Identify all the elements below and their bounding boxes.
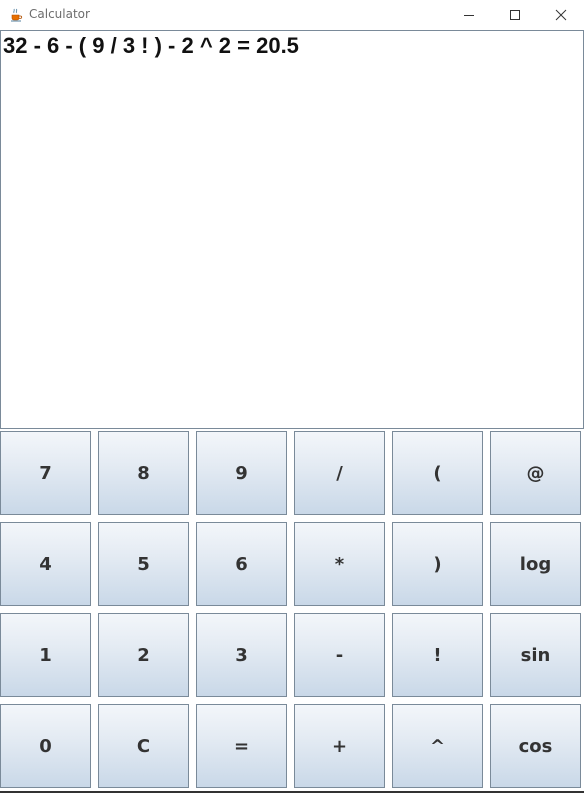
key-close-paren[interactable]: ) (392, 522, 483, 606)
expression-display[interactable]: 32 - 6 - ( 9 / 3 ! ) - 2 ^ 2 = 20.5 (0, 30, 584, 429)
title-bar[interactable]: Calculator (0, 0, 584, 30)
close-button[interactable] (538, 0, 584, 30)
key-power[interactable]: ^ (392, 704, 483, 788)
key-5[interactable]: 5 (98, 522, 189, 606)
key-equals[interactable]: = (196, 704, 287, 788)
key-2[interactable]: 2 (98, 613, 189, 697)
minimize-icon (463, 6, 475, 25)
key-multiply[interactable]: * (294, 522, 385, 606)
key-minus[interactable]: - (294, 613, 385, 697)
key-4[interactable]: 4 (0, 522, 91, 606)
expression-text: 32 - 6 - ( 9 / 3 ! ) - 2 ^ 2 = 20.5 (3, 33, 299, 58)
key-7[interactable]: 7 (0, 431, 91, 515)
key-8[interactable]: 8 (98, 431, 189, 515)
key-sin[interactable]: sin (490, 613, 581, 697)
key-0[interactable]: 0 (0, 704, 91, 788)
key-at[interactable]: @ (490, 431, 581, 515)
maximize-button[interactable] (492, 0, 538, 30)
minimize-button[interactable] (446, 0, 492, 30)
close-icon (555, 6, 567, 25)
key-log[interactable]: log (490, 522, 581, 606)
calculator-window: Calculator 32 - 6 - ( 9 / 3 ! ) - 2 ^ 2 … (0, 0, 584, 793)
key-open-paren[interactable]: ( (392, 431, 483, 515)
key-clear[interactable]: C (98, 704, 189, 788)
key-cos[interactable]: cos (490, 704, 581, 788)
keypad: 7 8 9 / ( @ 4 5 6 * ) log 1 2 3 - ! sin … (0, 431, 584, 791)
key-6[interactable]: 6 (196, 522, 287, 606)
key-divide[interactable]: / (294, 431, 385, 515)
maximize-icon (509, 6, 521, 25)
key-1[interactable]: 1 (0, 613, 91, 697)
key-plus[interactable]: + (294, 704, 385, 788)
window-title: Calculator (29, 7, 90, 21)
key-factorial[interactable]: ! (392, 613, 483, 697)
java-cup-icon (8, 6, 24, 22)
key-9[interactable]: 9 (196, 431, 287, 515)
key-3[interactable]: 3 (196, 613, 287, 697)
